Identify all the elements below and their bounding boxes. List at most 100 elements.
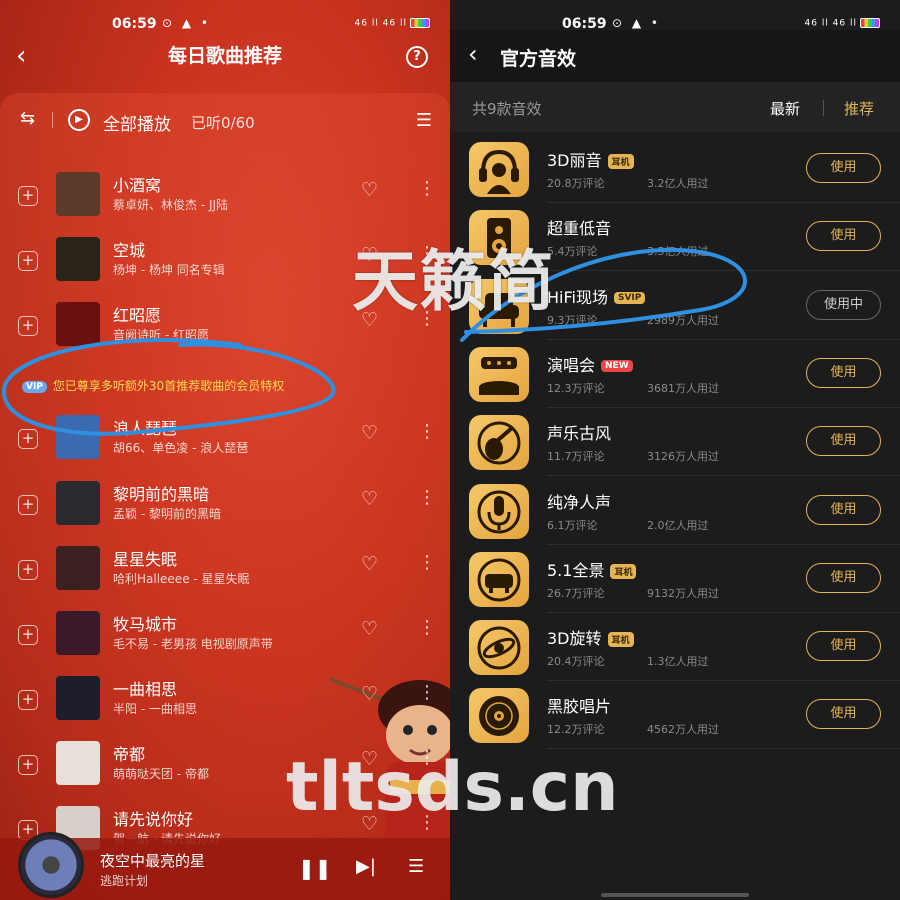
- add-icon[interactable]: +: [18, 560, 38, 580]
- signal-battery: 46 ll 46 ll: [354, 18, 430, 29]
- watermark-brand: 天籁简: [352, 243, 556, 320]
- use-button[interactable]: 使用: [806, 631, 881, 662]
- top-bar: ‹ 官方音效: [450, 30, 900, 82]
- album-cover: [56, 237, 100, 281]
- add-icon[interactable]: +: [18, 690, 38, 710]
- use-button[interactable]: 使用: [806, 153, 881, 183]
- list-item[interactable]: + 牧马城市 毛不易 - 老男孩 电视剧原声带 ♡ ⋮: [0, 611, 450, 675]
- effect-title: HiFi现场: [547, 287, 608, 307]
- effect-comments: 6.1万评论: [547, 518, 598, 532]
- song-title: 小酒窝: [113, 176, 162, 195]
- effect-name: 5.1全景 耳机: [547, 557, 637, 581]
- album-cover: [56, 741, 100, 785]
- song-artist-album: 孟颖 - 黎明前的黑暗: [113, 507, 221, 521]
- divider: [823, 100, 824, 116]
- network-indicator: 46 ll 46 ll: [354, 18, 407, 29]
- heart-icon[interactable]: ♡: [361, 179, 378, 201]
- heart-icon[interactable]: ♡: [361, 422, 378, 444]
- more-icon[interactable]: ⋮: [418, 552, 436, 573]
- heart-icon[interactable]: ♡: [361, 553, 378, 575]
- more-icon[interactable]: ⋮: [418, 487, 436, 508]
- more-icon[interactable]: ⋮: [418, 421, 436, 442]
- effect-users: 3126万人用过: [647, 450, 719, 464]
- effect-comments: 12.3万评论: [547, 381, 605, 395]
- effect-comments: 26.7万评论: [547, 586, 605, 600]
- album-cover: [56, 546, 100, 590]
- add-icon[interactable]: +: [18, 251, 38, 271]
- effect-tag: SVIP: [613, 292, 646, 305]
- watermark-url: tltsds.cn: [286, 748, 619, 827]
- sound-effect-row[interactable]: 3D丽音 耳机 20.8万评论 3.2亿人用过 使用: [450, 135, 900, 203]
- play-mode-icon[interactable]: ⇆: [20, 108, 35, 129]
- battery-icon: [410, 18, 430, 28]
- use-button[interactable]: 使用: [806, 426, 881, 457]
- pipa-icon: [469, 415, 529, 471]
- effect-title: 演唱会: [547, 355, 596, 375]
- play-all-button[interactable]: 全部播放: [103, 110, 171, 135]
- sort-latest-tab[interactable]: 最新: [770, 98, 800, 119]
- song-artist-album: 毛不易 - 老男孩 电视剧原声带: [113, 637, 273, 651]
- heart-icon[interactable]: ♡: [361, 618, 378, 640]
- add-icon[interactable]: +: [18, 429, 38, 449]
- list-item[interactable]: + 一曲相思 半阳 - 一曲相思 ♡ ⋮: [0, 676, 450, 740]
- album-cover: [56, 302, 100, 346]
- sound-effect-row[interactable]: 黑胶唱片 12.2万评论 4562万人用过 使用: [450, 681, 900, 750]
- now-playing-title: 夜空中最亮的星: [100, 852, 206, 870]
- list-item[interactable]: + 星星失眠 哈利Halleeee - 星星失眠 ♡ ⋮: [0, 546, 450, 610]
- effect-name: 3D旋转 耳机: [547, 625, 634, 649]
- status-bar: 06:59 ⊙ ▲ • 46 ll 46 ll: [0, 12, 450, 38]
- song-title: 红昭愿: [113, 306, 162, 325]
- song-artist-album: 半阳 - 一曲相思: [113, 702, 197, 716]
- sound-effect-row[interactable]: 演唱会 NEW 12.3万评论 3681万人用过 使用: [450, 340, 900, 408]
- effect-title: 3D丽音: [547, 151, 602, 170]
- list-item[interactable]: + 黎明前的黑暗 孟颖 - 黎明前的黑暗 ♡ ⋮: [0, 481, 450, 545]
- playlist-icon[interactable]: ☰: [408, 856, 424, 877]
- use-button[interactable]: 使用: [806, 699, 881, 730]
- effect-users: 1.3亿人用过: [647, 655, 709, 669]
- heart-icon[interactable]: ♡: [361, 683, 378, 705]
- notification-icons: ⊙ ▲ •: [612, 16, 661, 30]
- effect-title: 黑胶唱片: [547, 697, 612, 717]
- sound-effect-row[interactable]: 声乐古风 11.7万评论 3126万人用过 使用: [450, 408, 900, 477]
- now-playing-artist: 逃跑计划: [100, 874, 149, 888]
- sound-effect-row[interactable]: 纯净人声 6.1万评论 2.0亿人用过 使用: [450, 477, 900, 545]
- more-icon[interactable]: ⋮: [418, 178, 436, 199]
- add-icon[interactable]: +: [18, 625, 38, 645]
- add-icon[interactable]: +: [18, 186, 38, 206]
- album-cover: [56, 611, 100, 655]
- stage-icon: [469, 346, 529, 402]
- pause-icon[interactable]: ❚❚: [298, 856, 332, 880]
- sort-recommend-tab[interactable]: 推荐: [844, 98, 874, 119]
- more-icon[interactable]: ⋮: [418, 682, 436, 703]
- use-button[interactable]: 使用: [806, 562, 881, 593]
- effect-title: 纯净人声: [547, 492, 612, 512]
- song-title: 请先说你好: [113, 810, 194, 829]
- song-artist-album: 蔡卓妍、林俊杰 - JJ陆: [113, 198, 229, 212]
- use-button[interactable]: 使用: [806, 221, 881, 252]
- use-button[interactable]: 使用: [806, 494, 881, 525]
- song-title: 空城: [113, 241, 146, 260]
- add-icon[interactable]: +: [18, 755, 38, 775]
- add-icon[interactable]: +: [18, 495, 38, 515]
- add-icon[interactable]: +: [18, 316, 38, 336]
- heart-icon[interactable]: ♡: [361, 488, 378, 510]
- song-title: 帝都: [113, 745, 146, 764]
- mini-player[interactable]: 夜空中最亮的星 逃跑计划 ❚❚ ▶| ☰: [0, 832, 450, 900]
- use-button[interactable]: 使用: [806, 357, 881, 388]
- play-all-icon[interactable]: ▶: [68, 109, 90, 131]
- more-icon[interactable]: ⋮: [418, 617, 436, 638]
- in-use-button[interactable]: 使用中: [806, 289, 881, 320]
- back-icon[interactable]: ‹: [468, 40, 478, 68]
- vip-badge: VIP: [22, 380, 47, 393]
- sound-effect-row[interactable]: 5.1全景 耳机 26.7万评论 9132万人用过 使用: [450, 545, 900, 613]
- effects-toolbar: 共9款音效 最新 推荐: [450, 82, 900, 132]
- help-icon[interactable]: ?: [406, 46, 428, 68]
- list-item[interactable]: + 小酒窝 蔡卓妍、林俊杰 - JJ陆 ♡ ⋮: [0, 172, 450, 236]
- notification-icons: ⊙ ▲ •: [162, 16, 211, 30]
- now-playing-cover[interactable]: [18, 832, 84, 898]
- sound-effect-row[interactable]: 3D旋转 耳机 20.4万评论 1.3亿人用过 使用: [450, 613, 900, 682]
- list-item[interactable]: + 浪人琵琶 胡66、单色凌 - 浪人琵琶 ♡ ⋮: [0, 415, 450, 479]
- next-icon[interactable]: ▶|: [356, 856, 376, 877]
- page-title: 每日歌曲推荐: [167, 45, 282, 67]
- multi-select-icon[interactable]: ☰: [416, 110, 432, 131]
